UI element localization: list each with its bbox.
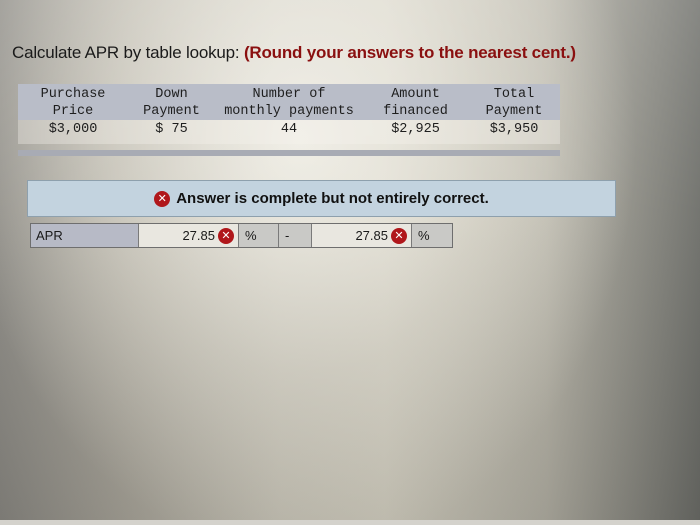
header-line: Payment [485,104,543,119]
apr-high-input[interactable]: 27.85 ✕ [312,224,412,247]
apr-answer-row: APR 27.85 ✕ % - 27.85 ✕ % [30,223,453,248]
header-amount-financed: Amount financed [363,84,468,120]
table-value-row: $3,000 $ 75 44 $2,925 $3,950 [18,120,560,144]
table-header-row: Purchase Price Down Payment Number of mo… [18,84,560,120]
screen-glare [0,0,700,525]
feedback-banner: ✕ Answer is complete but not entirely co… [27,180,616,217]
table-bottom-bar [18,150,560,156]
header-line: Number of [252,87,326,102]
question-prompt: Calculate APR by table lookup: [12,43,244,62]
header-number-of-payments: Number of monthly payments [215,84,363,120]
question-text: Calculate APR by table lookup: (Round yo… [12,43,576,63]
value-amount-financed: $2,925 [391,122,440,137]
incorrect-x-icon: ✕ [154,190,171,207]
value-number-of-payments: 44 [280,122,298,137]
header-line: Price [52,104,94,119]
header-line: Purchase [40,87,106,102]
header-line: Amount [391,87,440,102]
apr-high-unit: % [412,224,452,247]
header-line: financed [383,104,448,119]
apr-low-value: 27.85 [182,228,215,243]
apr-label: APR [31,224,139,247]
header-line: Payment [143,104,200,119]
incorrect-x-icon: ✕ [391,227,407,244]
rounding-instruction: (Round your answers to the nearest cent.… [243,43,576,62]
header-down-payment: Down Payment [128,84,215,120]
header-purchase-price: Purchase Price [18,84,128,120]
range-separator: - [279,224,312,247]
header-line: Total [493,87,535,102]
apr-high-value: 27.85 [355,228,388,243]
value-total-payment: $3,950 [489,122,539,137]
apr-low-unit: % [239,224,279,247]
header-line: Down [155,87,188,102]
header-total-payment: Total Payment [468,84,560,120]
feedback-message: Answer is complete but not entirely corr… [176,190,489,207]
screen-bottom-edge [0,520,700,525]
value-purchase-price: $3,000 [48,122,98,137]
header-line: monthly payments [224,104,354,119]
incorrect-x-icon: ✕ [218,227,234,244]
value-down-payment: $ 75 [155,122,188,137]
apr-low-input[interactable]: 27.85 ✕ [139,224,239,247]
given-values-table: Purchase Price Down Payment Number of mo… [18,84,560,156]
